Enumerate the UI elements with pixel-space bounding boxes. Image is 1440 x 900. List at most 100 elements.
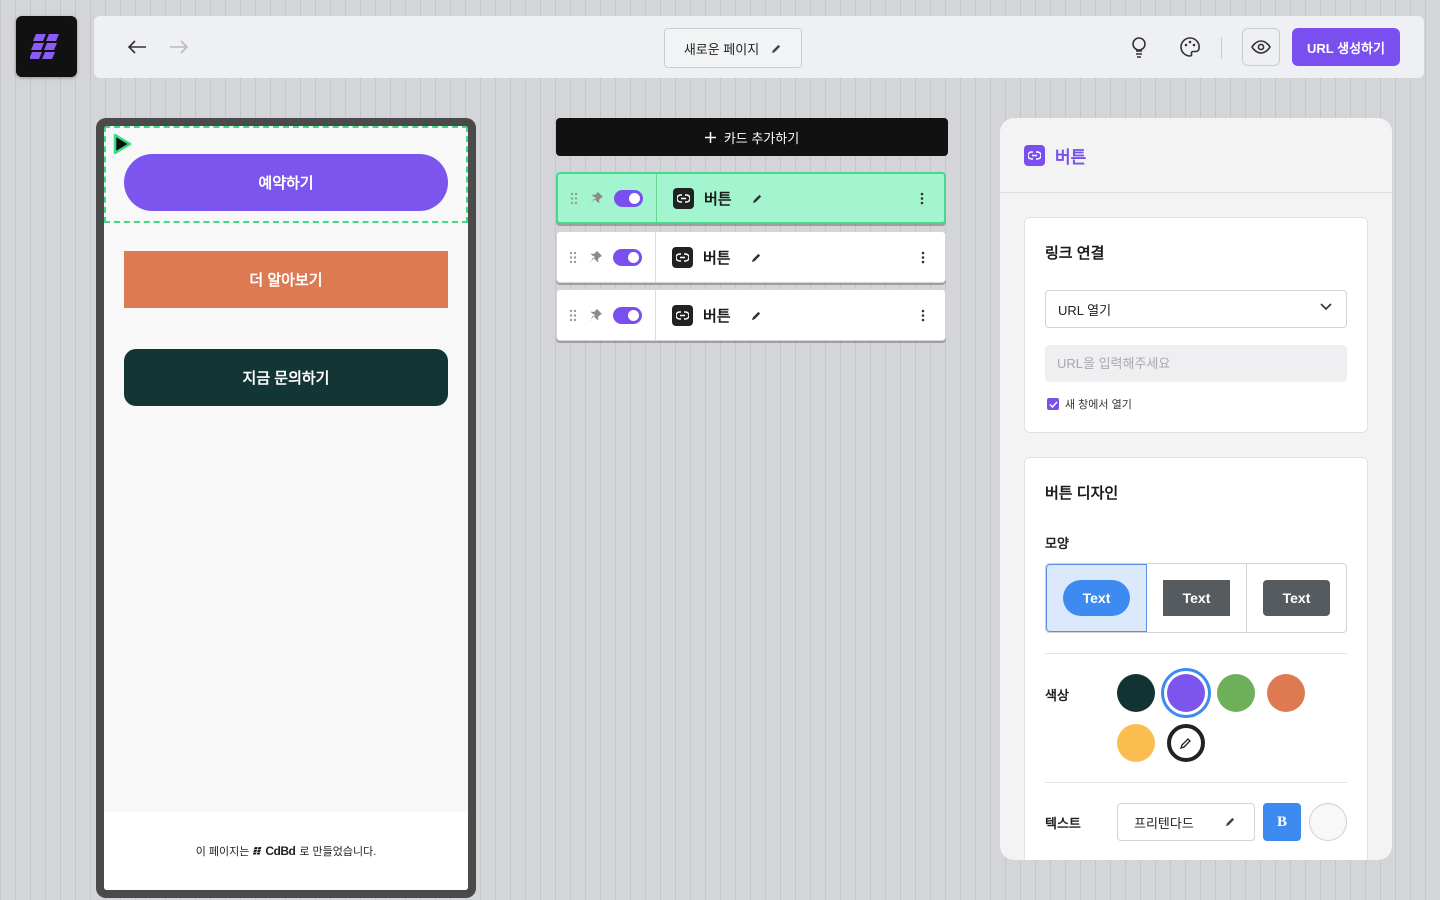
- link-icon: [1024, 144, 1045, 166]
- link-icon: [672, 304, 693, 326]
- shape-option-rounded[interactable]: Text: [1247, 564, 1346, 632]
- card-body: 버튼: [657, 174, 944, 222]
- card-body: 버튼: [656, 290, 945, 340]
- settings-panel: 버튼 링크 연결 URL 열기 새 창에서 열기 버튼 디자인 모양 Text …: [1000, 118, 1392, 860]
- preview-button[interactable]: [1242, 28, 1280, 66]
- lightbulb-button[interactable]: [1126, 34, 1152, 60]
- visibility-toggle[interactable]: [614, 189, 643, 207]
- color-swatch-green[interactable]: [1217, 674, 1255, 712]
- new-window-option[interactable]: 새 창에서 열기: [1047, 396, 1132, 412]
- arrow-left-icon: [127, 40, 146, 54]
- url-input[interactable]: [1045, 345, 1347, 382]
- card-title: 버튼: [703, 249, 731, 267]
- preview-button-reserve[interactable]: 예약하기: [124, 154, 448, 211]
- pencil-icon: [772, 44, 781, 53]
- pin-icon[interactable]: [587, 308, 605, 322]
- shape-option-round[interactable]: Text: [1046, 564, 1147, 632]
- color-swatch-purple[interactable]: [1167, 674, 1205, 712]
- drag-handle-icon[interactable]: [567, 251, 579, 264]
- footer-brand[interactable]: CdBd: [253, 844, 296, 858]
- phone-preview: 예약하기 더 알아보기 지금 문의하기 이 페이지는 CdBd 로 만들었습니다…: [96, 118, 476, 898]
- arrow-right-icon: [170, 40, 189, 54]
- design-section-title: 버튼 디자인: [1045, 485, 1119, 502]
- shape-sample: Text: [1163, 580, 1230, 616]
- eyedropper-icon: [1179, 738, 1191, 750]
- footer-brand-name: CdBd: [265, 844, 296, 858]
- back-button[interactable]: [125, 36, 149, 58]
- pencil-icon: [1225, 817, 1235, 827]
- add-card-label: 카드 추가하기: [723, 130, 800, 146]
- visibility-toggle[interactable]: [613, 306, 642, 324]
- link-section-title: 링크 연결: [1045, 245, 1105, 262]
- top-toolbar: 새로운 페이지 URL 생성하기: [94, 16, 1424, 78]
- phone-screen: 예약하기 더 알아보기 지금 문의하기 이 페이지는 CdBd 로 만들었습니다…: [104, 126, 468, 890]
- color-swatch-yellow[interactable]: [1117, 724, 1155, 762]
- design-section: 버튼 디자인 모양 Text Text Text 색상 텍스트 프리텐다드 B: [1024, 457, 1368, 860]
- visibility-toggle[interactable]: [613, 248, 642, 266]
- color-swatch-orange[interactable]: [1267, 674, 1305, 712]
- chevron-down-icon: [1320, 303, 1332, 311]
- toolbar-divider: [1221, 37, 1222, 59]
- card-item[interactable]: 버튼: [556, 231, 946, 283]
- logo-icon: [29, 33, 59, 59]
- panel-header: 버튼: [1000, 118, 1392, 193]
- panel-title: 버튼: [1055, 147, 1087, 167]
- card-controls: [557, 290, 656, 340]
- more-vertical-icon[interactable]: [920, 192, 924, 205]
- preview-button-contact[interactable]: 지금 문의하기: [124, 349, 448, 406]
- link-icon: [673, 187, 694, 209]
- custom-color-picker[interactable]: [1167, 724, 1205, 762]
- page-title: 새로운 페이지: [683, 41, 760, 57]
- card-title: 버튼: [703, 307, 731, 325]
- text-label: 텍스트: [1045, 816, 1081, 831]
- pencil-icon[interactable]: [752, 193, 763, 204]
- divider: [1045, 653, 1347, 654]
- pin-icon[interactable]: [588, 191, 606, 205]
- play-icon[interactable]: [110, 132, 134, 161]
- plus-icon: [704, 131, 716, 143]
- card-title: 버튼: [704, 190, 732, 208]
- app-logo[interactable]: [16, 16, 77, 77]
- text-color-swatch[interactable]: [1309, 803, 1347, 841]
- font-value: 프리텐다드: [1134, 815, 1194, 831]
- footer-suffix: 로 만들었습니다.: [299, 846, 377, 858]
- page-title-button[interactable]: 새로운 페이지: [664, 28, 802, 68]
- new-window-checkbox[interactable]: [1047, 398, 1059, 410]
- font-select[interactable]: 프리텐다드: [1117, 803, 1255, 841]
- card-body: 버튼: [656, 232, 945, 282]
- pencil-icon[interactable]: [751, 310, 762, 321]
- shape-options: Text Text Text: [1045, 563, 1347, 633]
- card-controls: [558, 174, 657, 222]
- theme-button[interactable]: [1177, 34, 1203, 60]
- phone-footer: 이 페이지는 CdBd 로 만들었습니다.: [104, 812, 468, 890]
- shape-label: 모양: [1045, 536, 1069, 551]
- color-label: 색상: [1045, 688, 1069, 703]
- palette-icon: [1180, 37, 1200, 57]
- shape-option-square[interactable]: Text: [1147, 564, 1247, 632]
- drag-handle-icon[interactable]: [568, 192, 580, 205]
- generate-url-button[interactable]: URL 생성하기: [1292, 28, 1400, 66]
- footer-prefix: 이 페이지는: [195, 846, 250, 858]
- pin-icon[interactable]: [587, 250, 605, 264]
- preview-button-learn-more[interactable]: 더 알아보기: [124, 251, 448, 308]
- card-item[interactable]: 버튼: [556, 172, 946, 224]
- bold-toggle-button[interactable]: B: [1263, 803, 1301, 841]
- add-card-button[interactable]: 카드 추가하기: [556, 118, 948, 156]
- more-vertical-icon[interactable]: [921, 251, 925, 264]
- forward-button[interactable]: [167, 36, 191, 58]
- brand-icon: [253, 847, 262, 855]
- drag-handle-icon[interactable]: [567, 309, 579, 322]
- link-section: 링크 연결 URL 열기 새 창에서 열기: [1024, 217, 1368, 433]
- eye-icon: [1251, 40, 1271, 54]
- check-icon: [1048, 400, 1058, 408]
- divider: [1045, 782, 1347, 783]
- link-type-select[interactable]: URL 열기: [1045, 290, 1347, 328]
- new-window-label: 새 창에서 열기: [1065, 399, 1132, 411]
- shape-sample: Text: [1063, 580, 1130, 616]
- card-controls: [557, 232, 656, 282]
- color-swatch-dark-teal[interactable]: [1117, 674, 1155, 712]
- shape-sample: Text: [1263, 580, 1330, 616]
- pencil-icon[interactable]: [751, 252, 762, 263]
- card-item[interactable]: 버튼: [556, 289, 946, 341]
- more-vertical-icon[interactable]: [921, 309, 925, 322]
